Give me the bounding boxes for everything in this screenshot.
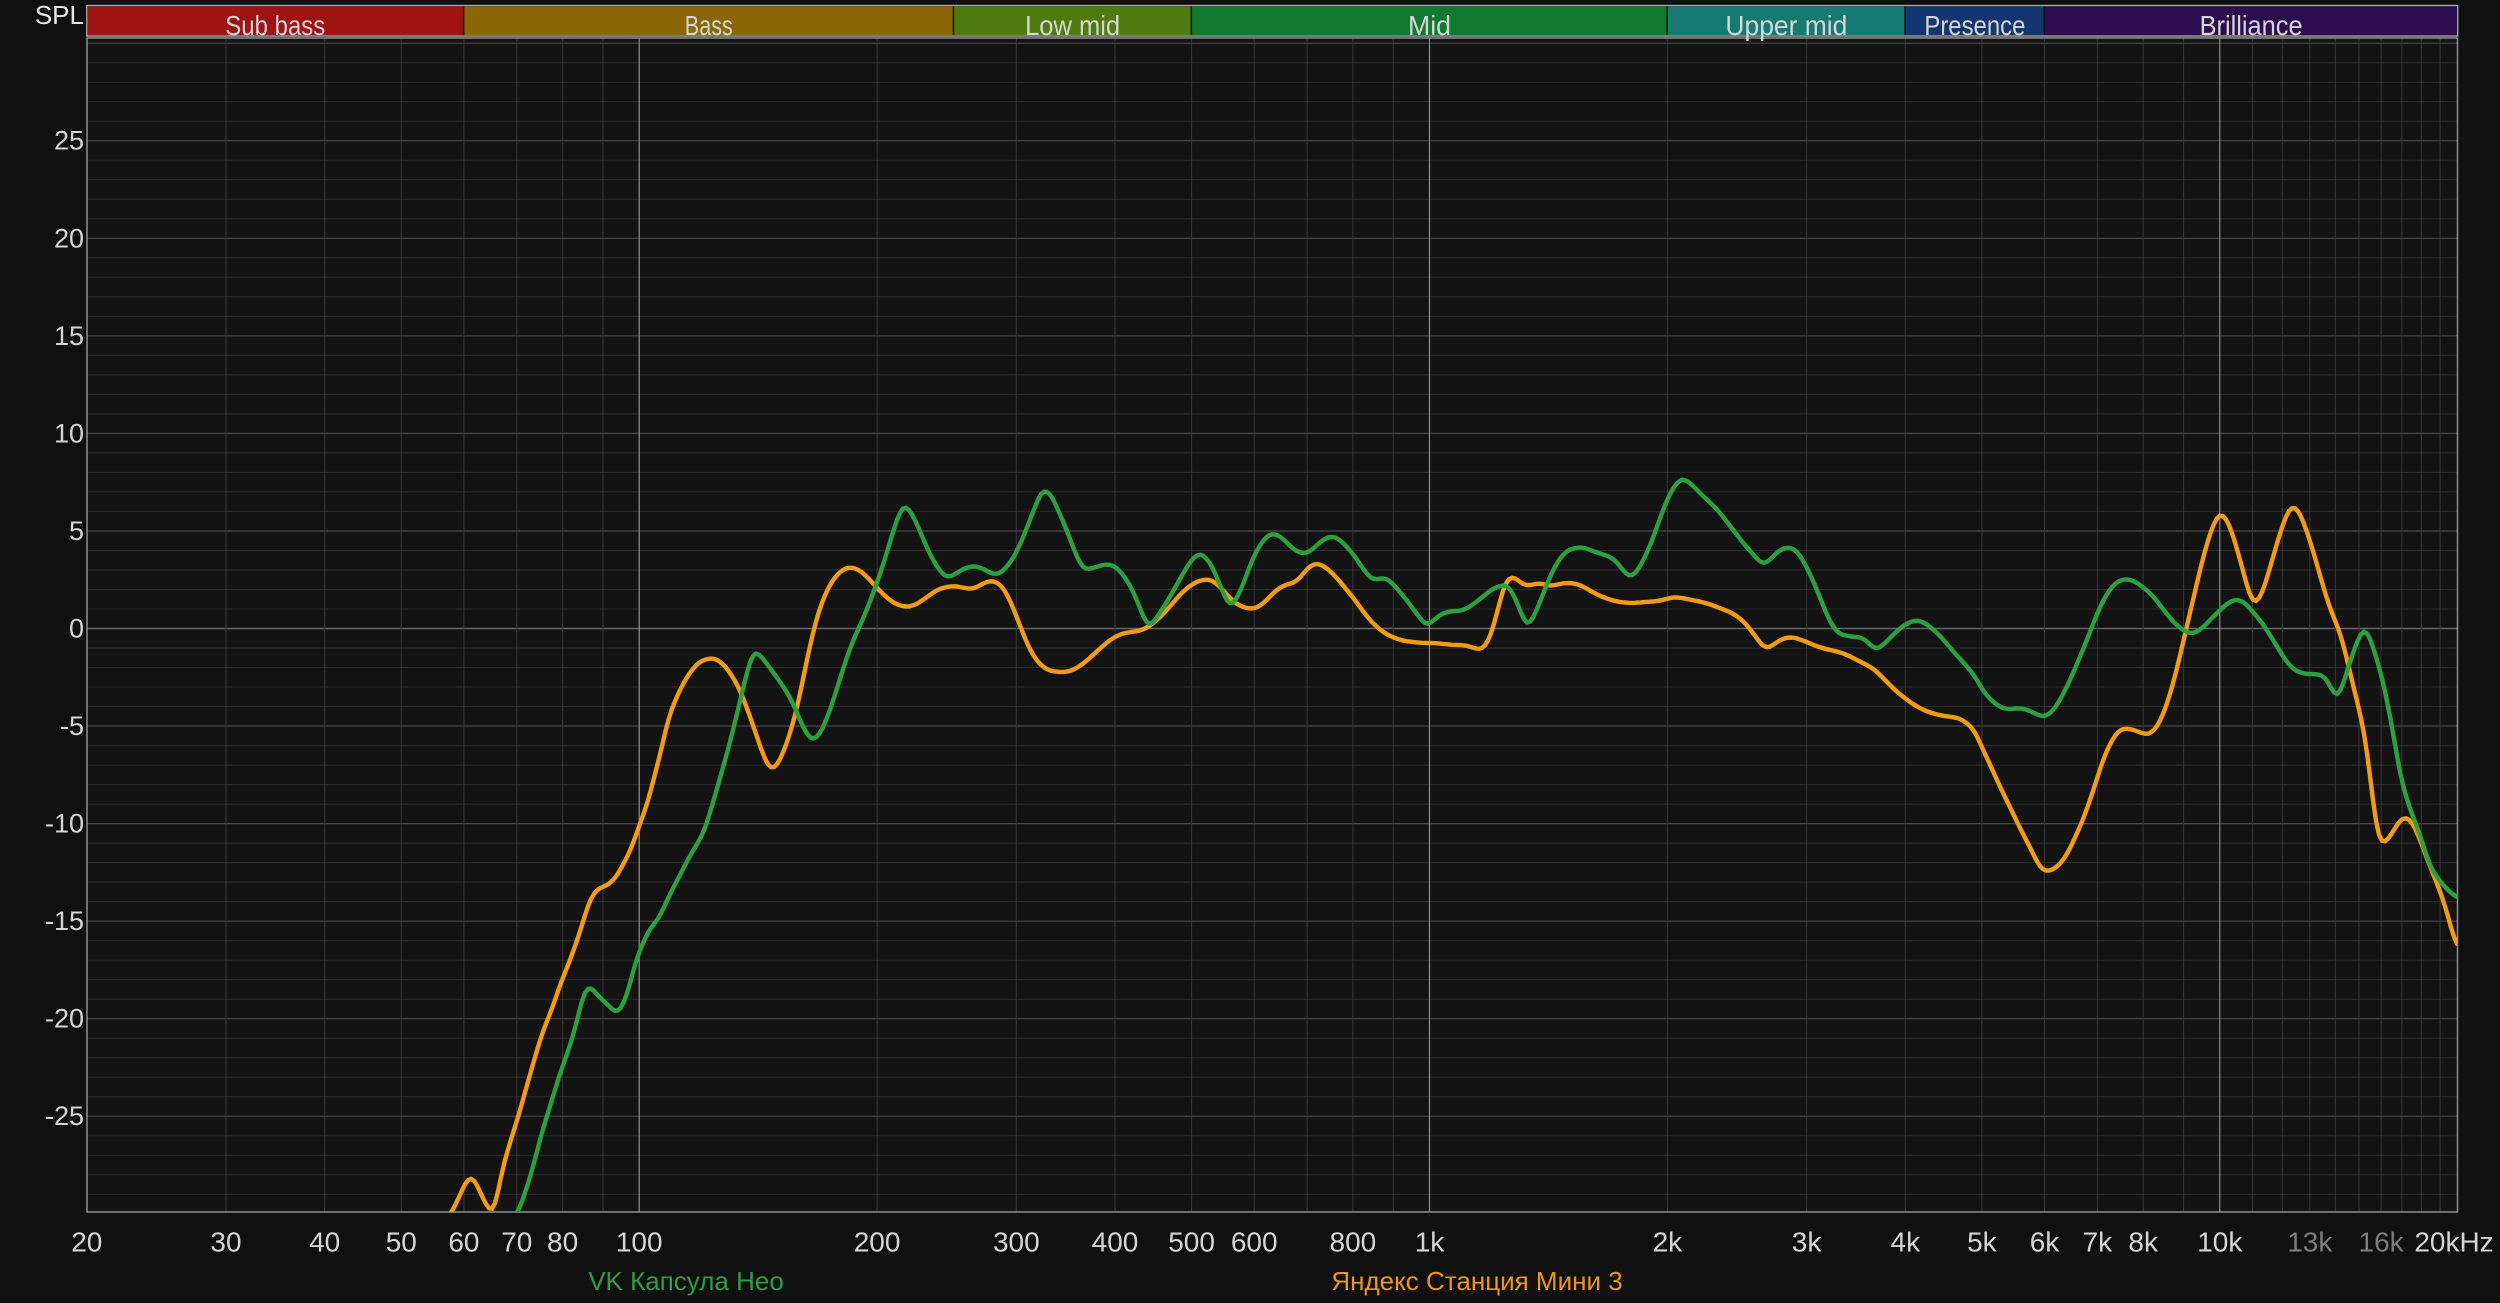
svg-text:16k: 16k <box>2359 1227 2405 1258</box>
svg-text:10: 10 <box>54 418 84 448</box>
svg-text:10k: 10k <box>2197 1227 2243 1258</box>
svg-text:Яндекс Станция Мини 3: Яндекс Станция Мини 3 <box>1331 1266 1622 1296</box>
svg-text:20: 20 <box>54 223 84 253</box>
svg-text:-25: -25 <box>45 1101 84 1131</box>
svg-text:600: 600 <box>1231 1227 1278 1258</box>
svg-text:4k: 4k <box>1891 1227 1922 1258</box>
svg-text:Bass: Bass <box>685 10 733 41</box>
svg-text:60: 60 <box>448 1227 479 1258</box>
svg-text:300: 300 <box>993 1227 1040 1258</box>
svg-text:3k: 3k <box>1792 1227 1823 1258</box>
svg-text:Mid: Mid <box>1408 10 1451 41</box>
svg-text:40: 40 <box>309 1227 340 1258</box>
svg-text:20: 20 <box>71 1227 102 1258</box>
svg-text:13k: 13k <box>2287 1227 2333 1258</box>
svg-text:0: 0 <box>69 614 84 644</box>
svg-text:15: 15 <box>54 321 84 351</box>
svg-text:6k: 6k <box>2030 1227 2061 1258</box>
svg-text:80: 80 <box>547 1227 578 1258</box>
svg-text:1k: 1k <box>1415 1227 1446 1258</box>
svg-text:2k: 2k <box>1653 1227 1684 1258</box>
svg-text:7k: 7k <box>2083 1227 2114 1258</box>
svg-text:25: 25 <box>54 126 84 156</box>
svg-text:Presence: Presence <box>1924 10 2025 41</box>
svg-text:-20: -20 <box>45 1004 84 1034</box>
svg-text:5k: 5k <box>1967 1227 1998 1258</box>
svg-text:Upper mid: Upper mid <box>1725 10 1847 41</box>
svg-text:20kHz: 20kHz <box>2414 1227 2493 1258</box>
svg-text:-15: -15 <box>45 906 84 936</box>
svg-text:Brilliance: Brilliance <box>2200 10 2303 41</box>
svg-text:Sub bass: Sub bass <box>225 10 325 41</box>
svg-text:5: 5 <box>69 516 84 546</box>
svg-text:-10: -10 <box>45 809 84 839</box>
svg-text:50: 50 <box>386 1227 417 1258</box>
svg-text:30: 30 <box>210 1227 241 1258</box>
svg-text:SPL: SPL <box>35 0 84 30</box>
svg-text:100: 100 <box>616 1227 663 1258</box>
svg-text:70: 70 <box>501 1227 532 1258</box>
svg-text:-5: -5 <box>60 711 84 741</box>
svg-text:200: 200 <box>854 1227 901 1258</box>
svg-text:500: 500 <box>1168 1227 1215 1258</box>
svg-text:800: 800 <box>1330 1227 1377 1258</box>
svg-text:400: 400 <box>1092 1227 1139 1258</box>
svg-text:VK Капсула Нео: VK Капсула Нео <box>588 1266 784 1296</box>
svg-text:8k: 8k <box>2128 1227 2159 1258</box>
svg-text:Low mid: Low mid <box>1025 10 1120 41</box>
